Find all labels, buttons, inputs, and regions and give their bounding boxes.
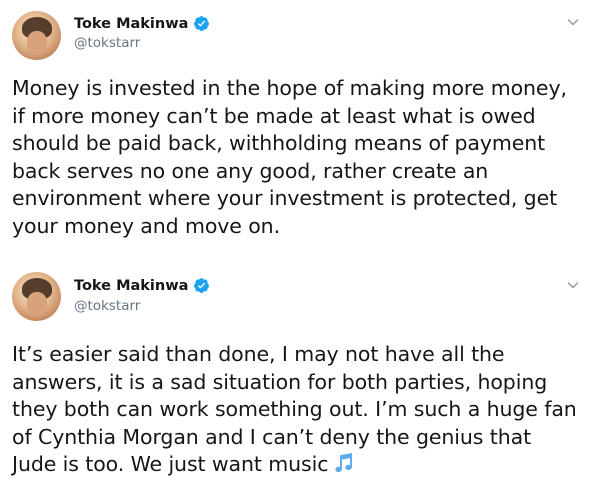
user-handle[interactable]: @tokstarr <box>74 35 140 51</box>
tweet-text-line: It’s easier said than done, I may not ha… <box>12 342 505 366</box>
display-name[interactable]: Toke Makinwa <box>74 278 188 294</box>
user-handle[interactable]: @tokstarr <box>74 298 140 314</box>
tweet-text-line: environment where your investment is pro… <box>12 186 558 210</box>
music-notes-icon <box>335 453 353 472</box>
tweet-text-line: should be paid back, withholding means o… <box>12 131 546 155</box>
tweet-text-fragment: Jude is too. We just want music <box>12 452 329 476</box>
tweet[interactable]: Toke Makinwa @tokstarr Money is invested… <box>0 0 590 258</box>
chevron-down-icon[interactable] <box>566 15 580 29</box>
tweet-text: It’s easier said than done, I may not ha… <box>12 341 578 479</box>
author-row: Toke Makinwa <box>74 277 210 294</box>
tweet-text-line: they both can work something out. I’m su… <box>12 397 577 421</box>
chevron-down-icon[interactable] <box>566 278 580 292</box>
verified-badge-icon <box>194 278 210 293</box>
avatar[interactable] <box>12 11 61 60</box>
display-name[interactable]: Toke Makinwa <box>74 16 188 32</box>
author-row: Toke Makinwa <box>74 15 210 32</box>
avatar[interactable] <box>12 272 61 321</box>
tweet-text-line: your money and move on. <box>12 213 280 238</box>
tweet[interactable]: Toke Makinwa @tokstarr It’s easier said … <box>0 258 590 497</box>
tweet-text-line: answers, it is a sad situation for both … <box>12 369 548 394</box>
tweet-text-line: back serves no one any good, rather crea… <box>12 158 489 183</box>
verified-badge-icon <box>194 16 210 31</box>
tweet-text-line: Money is invested in the hope of making … <box>12 76 567 100</box>
tweet-text: Money is invested in the hope of making … <box>12 75 578 240</box>
tweet-text-line: of Cynthia Morgan and I can’t deny the g… <box>12 424 532 449</box>
tweet-text-line-last: Jude is too. We just want music <box>12 451 578 479</box>
tweet-text-line: if more money can’t be made at least wha… <box>12 103 536 128</box>
